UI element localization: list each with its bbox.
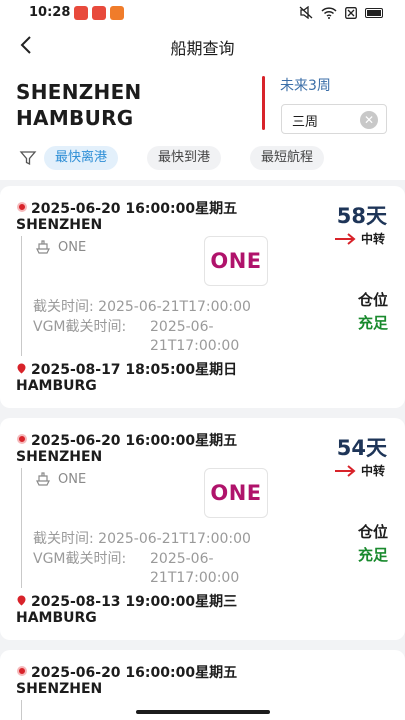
schedule-card[interactable]: 2025-06-20 16:00:00星期五 SHENZHEN 54天 中转 O… [0, 418, 405, 640]
vgm-cutoff-value: 2025-06-21T17:00:00 [150, 319, 240, 354]
transit-label: 中转 [360, 464, 385, 478]
status-icons [299, 6, 383, 19]
departure-time: 2025-06-20 16:00:00星期五 [31, 665, 238, 681]
filter-fastest-departure[interactable]: 最快离港 [44, 146, 119, 170]
transit-type: 中转 [334, 230, 385, 247]
space-status: 仓位 充足 [358, 521, 388, 567]
cutoff-time: 截关时间: 2025-06-21T17:00:00 [33, 299, 251, 315]
port-of-loading: SHENZHEN [16, 681, 103, 697]
carrier-name: ONE [58, 240, 87, 255]
carrier-name: ONE [58, 472, 87, 487]
filter-fastest-arrival[interactable]: 最快到港 [147, 146, 222, 170]
departure-time: 2025-06-20 16:00:00星期五 [31, 433, 238, 449]
sim-icon [345, 6, 357, 19]
space-value: 充足 [357, 314, 388, 332]
arrival-time: 2025-08-17 18:05:00星期日 [31, 362, 238, 378]
space-label: 仓位 [357, 291, 388, 309]
origin-port: SHENZHEN [16, 80, 142, 104]
vgm-cutoff-label: VGM截关时间: [33, 551, 127, 567]
space-value: 充足 [357, 546, 388, 564]
route-line [21, 700, 22, 720]
sort-filters: 最快离港 最快到港 最短航程 [0, 144, 405, 172]
filter-shortest-voyage[interactable]: 最短航程 [250, 146, 325, 170]
accent-divider [262, 76, 265, 130]
vgm-cutoff-value: 2025-06-21T17:00:00 [150, 551, 240, 586]
departure-pin-icon [17, 202, 27, 212]
arrival-pin-icon [17, 595, 26, 606]
arrival-pin-icon [17, 363, 26, 374]
page-title: 船期查询 [170, 39, 235, 58]
carrier-row: ONE [34, 472, 86, 487]
status-time: 10:28 [29, 5, 71, 20]
carrier-logo: ONE [204, 236, 268, 286]
destination-port: HAMBURG [16, 106, 134, 130]
arrow-right-icon [334, 232, 356, 245]
space-label: 仓位 [357, 523, 388, 541]
notification-app-icon [74, 6, 88, 20]
departure-pin-icon [17, 666, 27, 676]
transit-type: 中转 [334, 462, 385, 479]
vgm-cutoff-label: VGM截关时间: [33, 319, 127, 335]
battery-icon [365, 7, 383, 18]
transit-days: 58天 [336, 204, 387, 228]
wifi-icon [321, 6, 337, 19]
filter-icon[interactable] [19, 149, 37, 167]
carrier-logo-text: ONE [210, 249, 262, 273]
departure-time: 2025-06-20 16:00:00星期五 [31, 201, 238, 217]
arrival-time: 2025-08-13 19:00:00星期三 [31, 594, 238, 610]
carrier-logo: ONE [204, 468, 268, 518]
title-bar: 船期查询 [0, 26, 405, 66]
mute-icon [299, 6, 313, 19]
route-header: SHENZHEN HAMBURG 未来3周 三周 ✕ 最快离港 最快到港 最短航… [0, 66, 405, 180]
carrier-logo-text: ONE [210, 481, 262, 505]
port-of-loading: SHENZHEN [16, 217, 103, 233]
transit-label: 中转 [360, 232, 385, 246]
arrow-right-icon [334, 464, 356, 477]
clear-icon[interactable]: ✕ [360, 111, 378, 129]
period-label: 未来3周 [280, 78, 331, 94]
notification-app-icon [110, 6, 124, 20]
route-line [21, 236, 22, 356]
port-of-discharge: HAMBURG [16, 610, 97, 626]
port-of-loading: SHENZHEN [16, 449, 103, 465]
screen: 10:28 船期查询 SHENZHEN HAMBURG 未来3周 三周 ✕ 最快… [0, 0, 405, 720]
port-of-discharge: HAMBURG [16, 378, 97, 394]
schedule-card[interactable]: 2025-06-20 16:00:00星期五 SHENZHEN 58天 中转 O… [0, 186, 405, 408]
notification-app-icon [92, 6, 106, 20]
home-indicator[interactable] [136, 710, 270, 714]
cutoff-time: 截关时间: 2025-06-21T17:00:00 [33, 531, 251, 547]
carrier-row: ONE [34, 240, 86, 255]
transit-days: 54天 [336, 436, 387, 460]
route-line [21, 468, 22, 588]
departure-pin-icon [17, 434, 27, 444]
status-bar: 10:28 [0, 0, 405, 26]
period-select-value: 三周 [292, 115, 319, 130]
ship-icon [36, 472, 50, 486]
ship-icon [36, 240, 50, 254]
period-select[interactable]: 三周 ✕ [281, 104, 387, 134]
space-status: 仓位 充足 [358, 289, 388, 335]
